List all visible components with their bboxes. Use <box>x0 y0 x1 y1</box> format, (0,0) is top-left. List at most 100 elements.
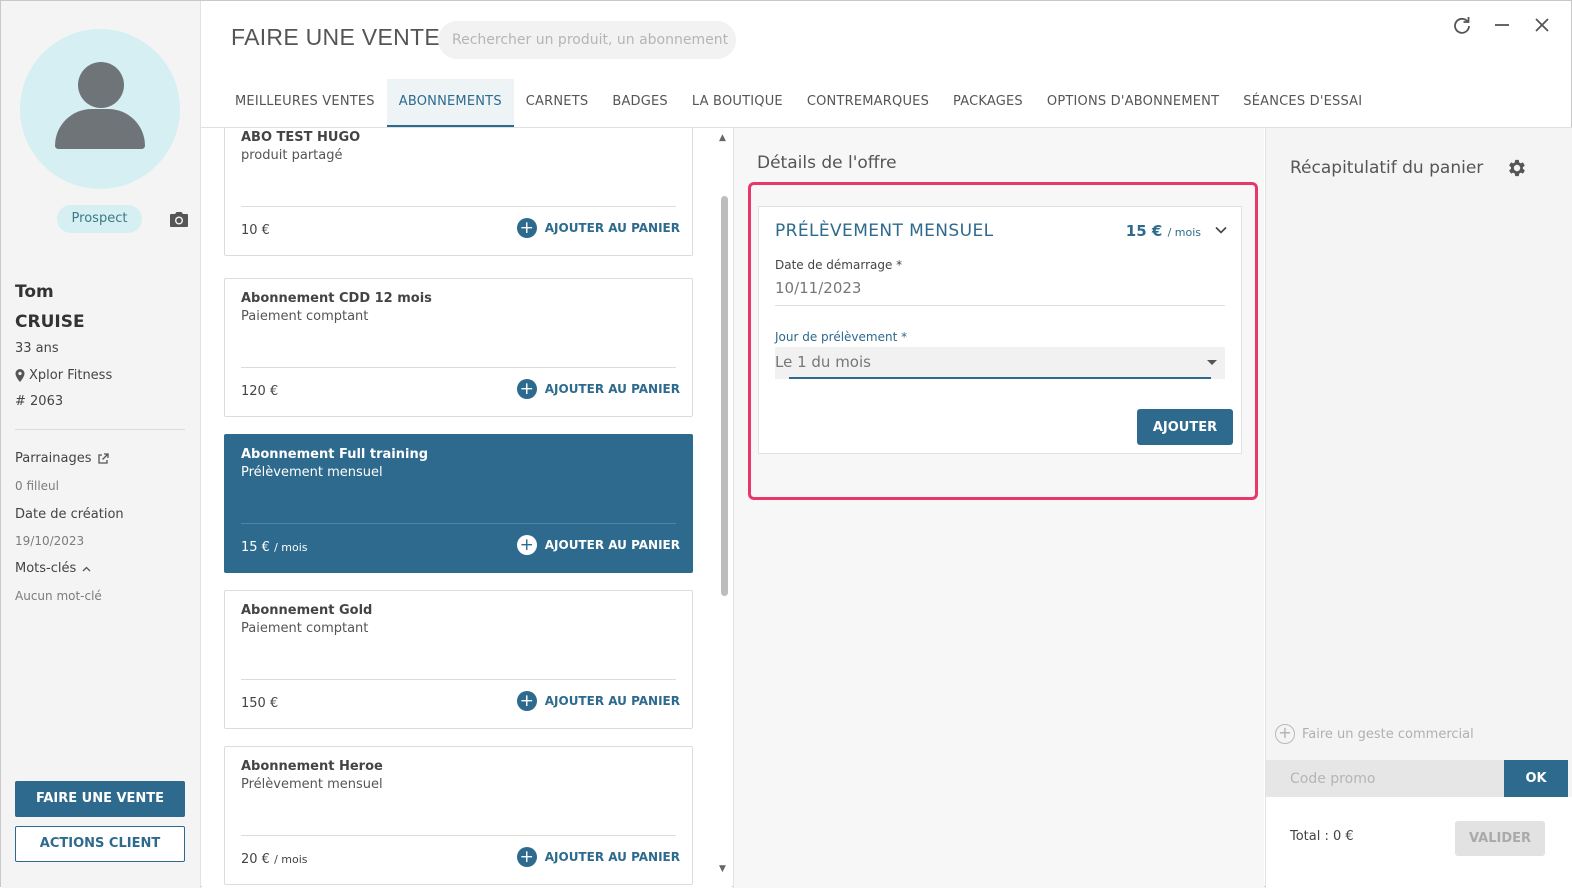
product-subtitle: Prélèvement mensuel <box>241 465 383 480</box>
add-to-cart-label: AJOUTER AU PANIER <box>544 694 680 708</box>
tab-booklets[interactable]: CARNETS <box>514 79 601 127</box>
chevron-down-icon[interactable] <box>1214 223 1228 237</box>
avatar-head-shape <box>78 62 124 108</box>
scroll-up-arrow-icon[interactable]: ▲ <box>719 133 726 143</box>
product-price: 10 € <box>241 223 270 238</box>
dropdown-caret-icon <box>1207 360 1217 365</box>
product-list: ABO TEST HUGO produit partagé 10 € + AJOU… <box>202 128 732 888</box>
card-divider <box>241 367 676 368</box>
tab-trial-sessions[interactable]: SÉANCES D'ESSAI <box>1231 79 1374 127</box>
offer-card: PRÉLÈVEMENT MENSUEL 15 € / mois Date de … <box>758 206 1242 454</box>
avatar-body-shape <box>55 109 145 149</box>
promo-code-input[interactable] <box>1266 760 1504 797</box>
product-price: 120 € <box>241 384 278 399</box>
tab-best-sellers[interactable]: MEILLEURES VENTES <box>223 79 387 127</box>
referrals-label: Parrainages <box>15 451 92 466</box>
external-link-icon <box>97 452 109 464</box>
tab-subscription-options[interactable]: OPTIONS D'ABONNEMENT <box>1035 79 1231 127</box>
status-badge: Prospect <box>57 205 142 233</box>
promo-ok-button[interactable]: OK <box>1504 760 1568 797</box>
product-price: 150 € <box>241 696 278 711</box>
debit-day-select[interactable]: Le 1 du mois <box>775 347 1225 379</box>
referrals-link[interactable]: Parrainages <box>15 451 109 466</box>
product-card[interactable]: ABO TEST HUGO produit partagé 10 € + AJOU… <box>224 128 693 256</box>
start-date-label: Date de démarrage * <box>775 258 903 272</box>
plus-icon: + <box>516 535 537 555</box>
keywords-label: Mots-clés <box>15 561 77 576</box>
product-price-value: 120 € <box>241 384 279 399</box>
add-to-cart-button[interactable]: + AJOUTER AU PANIER <box>516 847 680 867</box>
product-subtitle: Paiement comptant <box>241 621 369 636</box>
avatar[interactable] <box>20 29 180 189</box>
product-price: 15 € / mois <box>241 540 308 555</box>
product-card[interactable]: Abonnement Gold Paiement comptant 150 € … <box>224 590 693 729</box>
product-price-value: 150 € <box>241 696 279 711</box>
chevron-up-icon <box>82 566 91 571</box>
product-card[interactable]: Abonnement Heroe Prélèvement mensuel 20 … <box>224 746 693 885</box>
validate-button[interactable]: VALIDER <box>1455 821 1545 856</box>
product-card-selected[interactable]: Abonnement Full training Prélèvement men… <box>224 434 693 573</box>
start-date-field[interactable]: 10/11/2023 <box>775 279 861 297</box>
commercial-gesture-button[interactable]: + Faire un geste commercial <box>1275 724 1474 744</box>
product-price-value: 10 € <box>241 223 270 238</box>
scrollbar-thumb[interactable] <box>721 196 728 596</box>
client-actions-button[interactable]: ACTIONS CLIENT <box>15 826 185 862</box>
client-club-label: Xplor Fitness <box>29 368 113 383</box>
commercial-gesture-label: Faire un geste commercial <box>1302 726 1474 742</box>
product-name: Abonnement Gold <box>241 603 373 618</box>
card-divider <box>241 679 676 680</box>
plus-icon: + <box>516 218 537 238</box>
tab-badges[interactable]: BADGES <box>600 79 680 127</box>
creation-date-value: 19/10/2023 <box>15 534 85 548</box>
add-offer-button[interactable]: AJOUTER <box>1137 409 1233 445</box>
product-subtitle: Paiement comptant <box>241 309 369 324</box>
offer-details-panel: Détails de l'offre PRÉLÈVEMENT MENSUEL 1… <box>733 128 1264 888</box>
add-to-cart-button[interactable]: + AJOUTER AU PANIER <box>516 535 680 555</box>
product-subtitle: produit partagé <box>241 148 343 163</box>
product-card[interactable]: Abonnement CDD 12 mois Paiement comptant… <box>224 278 693 417</box>
add-to-cart-button[interactable]: + AJOUTER AU PANIER <box>516 218 680 238</box>
scroll-down-arrow-icon[interactable]: ▼ <box>719 864 726 874</box>
debit-day-label: Jour de prélèvement * <box>775 330 908 344</box>
sidebar-divider <box>15 429 185 430</box>
add-to-cart-button[interactable]: + AJOUTER AU PANIER <box>516 379 680 399</box>
client-first-name: Tom <box>15 282 54 302</box>
product-price-value: 20 € <box>241 852 270 867</box>
plus-icon: + <box>516 847 537 867</box>
offer-price-value: 15 € <box>1125 222 1163 240</box>
product-name: ABO TEST HUGO <box>241 130 361 145</box>
tab-subscriptions[interactable]: ABONNEMENTS <box>386 79 514 127</box>
offer-details-title: Détails de l'offre <box>757 153 897 173</box>
add-to-cart-button[interactable]: + AJOUTER AU PANIER <box>516 691 680 711</box>
camera-icon[interactable] <box>169 211 189 228</box>
gear-icon[interactable] <box>1506 157 1528 179</box>
product-price: 20 € / mois <box>241 852 308 867</box>
offer-title: PRÉLÈVEMENT MENSUEL <box>775 221 994 241</box>
add-to-cart-label: AJOUTER AU PANIER <box>544 221 680 235</box>
make-sale-button[interactable]: FAIRE UNE VENTE <box>15 781 185 817</box>
tab-packages[interactable]: PACKAGES <box>941 79 1035 127</box>
refresh-icon[interactable] <box>1452 15 1472 35</box>
product-price-unit: / mois <box>274 853 308 866</box>
tab-shop[interactable]: LA BOUTIQUE <box>680 79 795 127</box>
offer-price-unit: / mois <box>1167 226 1201 239</box>
card-divider <box>241 206 676 207</box>
card-divider <box>241 835 676 836</box>
add-to-cart-label: AJOUTER AU PANIER <box>544 538 680 552</box>
add-circle-icon: + <box>1275 724 1295 744</box>
plus-icon: + <box>516 379 537 399</box>
keywords-toggle[interactable]: Mots-clés <box>15 561 91 576</box>
product-subtitle: Prélèvement mensuel <box>241 777 383 792</box>
keywords-value: Aucun mot-clé <box>15 589 102 603</box>
product-price-value: 15 € <box>241 540 270 555</box>
search-input[interactable] <box>438 21 736 59</box>
debit-day-value: Le 1 du mois <box>775 353 871 371</box>
client-last-name: CRUISE <box>15 312 85 332</box>
tab-vouchers[interactable]: CONTREMARQUES <box>795 79 941 127</box>
app-window: Prospect Tom CRUISE 33 ans Xplor Fitness… <box>0 0 1572 888</box>
offer-price: 15 € / mois <box>1126 222 1201 240</box>
minimize-icon[interactable] <box>1492 15 1512 35</box>
select-focus-underline <box>789 377 1211 379</box>
close-icon[interactable] <box>1532 15 1552 35</box>
product-name: Abonnement CDD 12 mois <box>241 291 432 306</box>
